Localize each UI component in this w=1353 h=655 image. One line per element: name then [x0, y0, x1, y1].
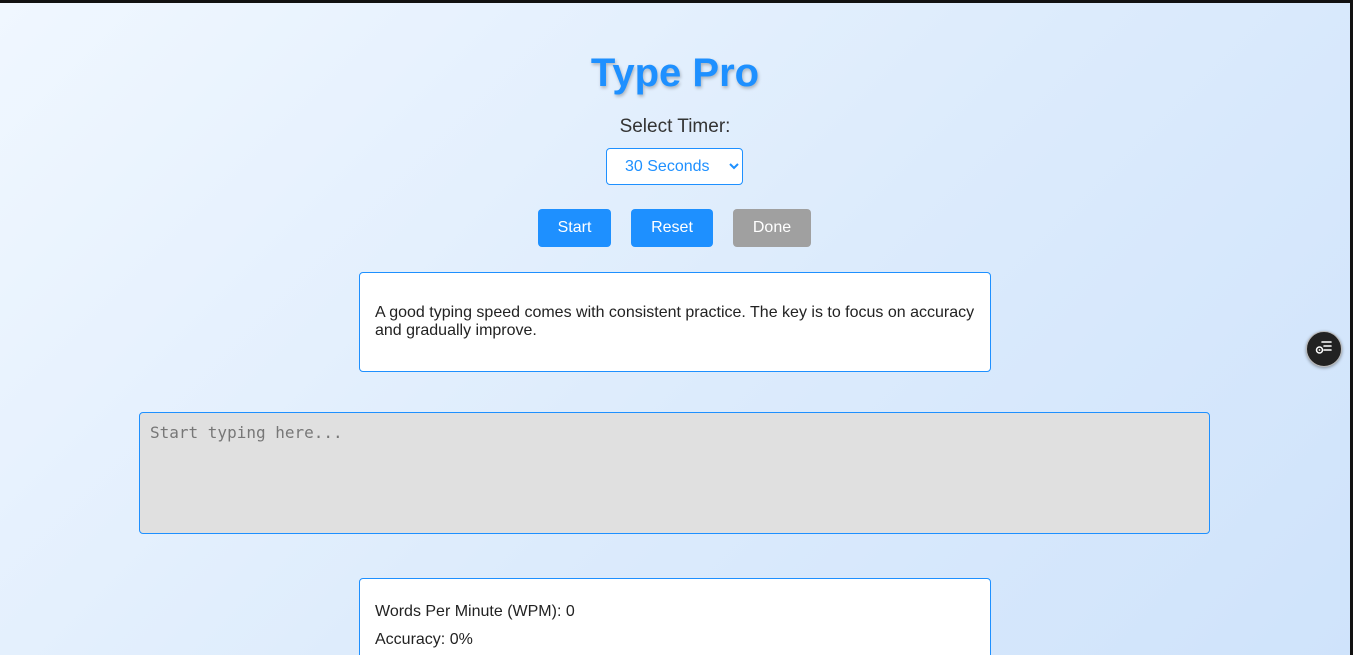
timer-select[interactable]: 30 Seconds [606, 148, 743, 185]
typing-input[interactable] [139, 412, 1210, 534]
passage-text: A good typing speed comes with consisten… [375, 304, 975, 339]
results-panel: Words Per Minute (WPM): 0 Accuracy: 0% [359, 578, 991, 655]
done-button[interactable]: Done [733, 209, 811, 247]
start-button[interactable]: Start [538, 209, 611, 247]
timer-label: Select Timer: [619, 116, 731, 137]
floating-action-button[interactable] [1306, 331, 1342, 367]
list-settings-icon [1315, 339, 1333, 360]
app-title: Type Pro [590, 51, 760, 95]
typing-app: Type Pro Select Timer: 30 Seconds Start … [0, 3, 1350, 655]
passage-box: A good typing speed comes with consisten… [359, 272, 991, 372]
wpm-result: Words Per Minute (WPM): 0 [375, 603, 575, 620]
reset-button[interactable]: Reset [631, 209, 713, 247]
accuracy-result: Accuracy: 0% [375, 631, 473, 648]
